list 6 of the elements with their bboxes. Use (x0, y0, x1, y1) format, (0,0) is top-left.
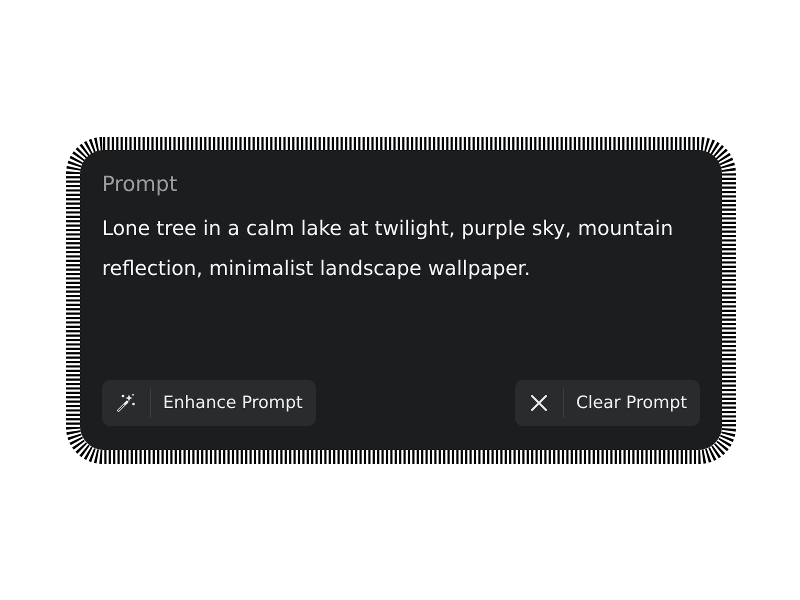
close-icon (531, 394, 548, 410)
field-label: Prompt (102, 170, 178, 198)
magic-wand-icon (116, 392, 136, 412)
enhance-prompt-button[interactable]: Enhance Prompt (102, 380, 316, 426)
clear-prompt-button[interactable]: Clear Prompt (515, 380, 700, 426)
prompt-input[interactable]: Lone tree in a calm lake at twilight, purple sky, mountain reflection, minimalist landscape wallpaper. (102, 208, 700, 380)
